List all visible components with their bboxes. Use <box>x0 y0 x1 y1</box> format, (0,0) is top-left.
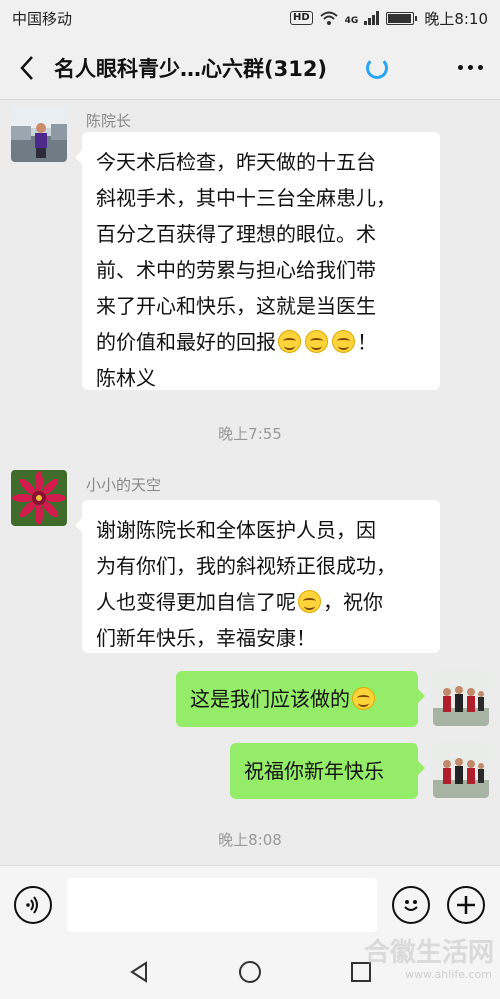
message-line: 的价值和最好的回报 ！ <box>96 324 426 360</box>
avatar-group-photo-image <box>433 742 489 798</box>
message-line: 前、术中的劳累与担心给我们带 <box>96 258 376 282</box>
message-line: 来了开心和快乐，这就是当医生 <box>96 294 376 318</box>
carrier-label: 中国移动 <box>12 9 73 28</box>
message-line: 百分之百获得了理想的眼位。术 <box>96 222 376 246</box>
home-circle-icon[interactable] <box>238 960 262 984</box>
sender-name: 小小的天空 <box>86 476 162 494</box>
avatar[interactable] <box>11 470 67 526</box>
message-line: 们新年快乐，幸福安康！ <box>96 626 316 650</box>
message-line: 今天术后检查，昨天做的十五台 <box>96 150 376 174</box>
emoji-icon <box>404 900 418 911</box>
more-dots-icon <box>457 65 483 70</box>
message-text: 祝福你新年快乐 <box>244 759 384 783</box>
timestamp: 晚上7:55 <box>218 425 282 443</box>
message-input[interactable] <box>67 878 377 932</box>
message-line: 斜视手术，其中十三台全麻患儿， <box>96 186 396 210</box>
status-bar: 中国移动 HD 4G 晚上8:10 <box>0 0 500 36</box>
message-text: 的价值和最好的回报 <box>96 330 276 354</box>
loading-spinner-icon <box>366 56 388 79</box>
smile-emoji-icon <box>332 330 355 353</box>
smile-emoji-icon <box>278 330 301 353</box>
add-icon <box>457 896 475 914</box>
avatar-group-photo-image <box>433 670 489 726</box>
message-line: 人也变得更加自信了呢 ，祝你 <box>96 584 426 620</box>
emoji-button[interactable] <box>392 886 430 924</box>
add-button[interactable] <box>447 886 485 924</box>
network-type-label: 4G <box>344 15 359 26</box>
smile-emoji-icon <box>298 590 321 613</box>
clock: 晚上8:10 <box>424 9 488 28</box>
timestamp: 晚上8:08 <box>218 831 282 849</box>
smile-emoji-icon <box>305 330 328 353</box>
message-bubble[interactable]: 今天术后检查，昨天做的十五台 斜视手术，其中十三台全麻患儿， 百分之百获得了理想… <box>75 132 440 390</box>
voice-button[interactable] <box>14 886 52 924</box>
my-message-bubble[interactable]: 这是我们应该做的 <box>176 671 425 727</box>
my-avatar[interactable] <box>433 742 489 798</box>
avatar[interactable] <box>11 106 67 162</box>
voice-icon <box>26 896 38 914</box>
sender-name: 陈院长 <box>86 112 132 130</box>
back-triangle-icon[interactable] <box>127 960 151 984</box>
message-text: 这是我们应该做的 <box>190 687 350 711</box>
avatar-flower-image <box>11 470 67 526</box>
smile-emoji-icon <box>352 687 375 710</box>
hd-badge: HD <box>289 11 313 25</box>
battery-icon <box>386 11 418 25</box>
back-chevron-icon <box>20 55 33 80</box>
message-text: 人也变得更加自信了呢 <box>96 590 296 614</box>
message-text: ，祝你 <box>323 590 383 614</box>
more-button[interactable] <box>440 36 500 100</box>
group-title[interactable]: 名人眼科青少…心六群(312) <box>54 53 366 83</box>
message-text: ！ <box>357 330 377 354</box>
wifi-icon <box>319 11 338 25</box>
chat-header: 名人眼科青少…心六群(312) <box>0 36 500 100</box>
signal-icon <box>364 11 380 25</box>
watermark-url: www.ahlife.com <box>405 968 492 981</box>
message-bubble[interactable]: 谢谢陈院长和全体医护人员，因 为有你们，我的斜视矫正很成功， 人也变得更加自信了… <box>75 500 440 653</box>
message-line: 为有你们，我的斜视矫正很成功， <box>96 554 396 578</box>
back-button[interactable] <box>0 36 54 100</box>
message-line: 谢谢陈院长和全体医护人员，因 <box>96 518 376 542</box>
message-line: 陈林义 <box>96 366 156 390</box>
watermark-brand: 合徽生活网 <box>363 938 494 968</box>
my-message-bubble[interactable]: 祝福你新年快乐 <box>230 743 425 799</box>
my-avatar[interactable] <box>433 670 489 726</box>
avatar-chen-image <box>11 106 67 162</box>
status-icons: HD 4G 晚上8:10 <box>289 8 488 29</box>
